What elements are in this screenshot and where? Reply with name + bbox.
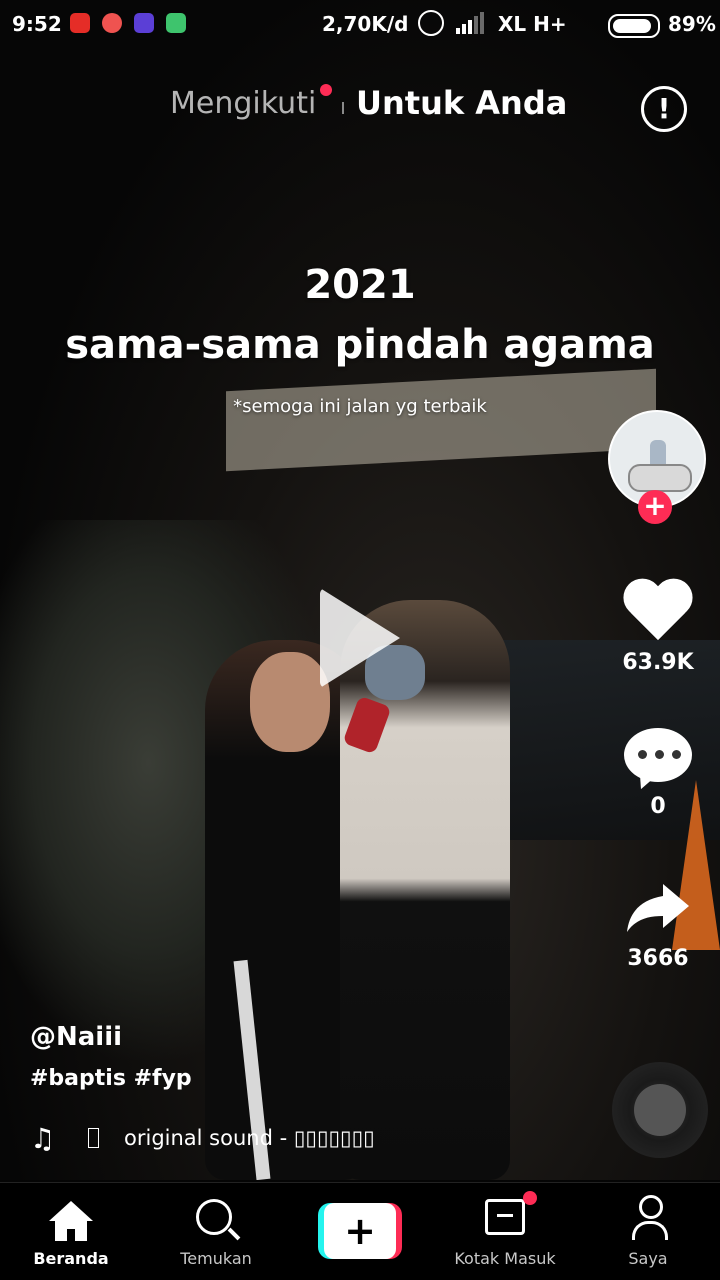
nav-profile-label: Saya (628, 1249, 668, 1268)
music-disc-icon[interactable] (612, 1062, 708, 1158)
music-note-icon: ♫ (30, 1122, 56, 1155)
play-icon[interactable] (320, 588, 400, 688)
comment-button[interactable]: 0 (608, 728, 708, 819)
missing-glyph (88, 1128, 99, 1148)
create-button[interactable]: + (318, 1203, 402, 1259)
android-icon (166, 13, 186, 33)
like-count: 63.9K (622, 650, 694, 675)
inbox-notification-dot (523, 1191, 537, 1205)
battery-percent: 89% (668, 12, 716, 36)
network-speed: 2,70K/d (322, 12, 409, 36)
overlay-subtitle: *semoga ini jalan yg terbaik (233, 396, 487, 417)
photo-icon (134, 13, 154, 33)
nav-home-label: Beranda (33, 1249, 109, 1268)
video-banner (226, 368, 656, 472)
overlay-caption: sama-sama pindah agama (65, 322, 655, 368)
status-app-icons (70, 13, 186, 33)
comment-icon (624, 728, 692, 793)
nav-inbox-label: Kotak Masuk (454, 1249, 556, 1268)
carrier-label: XL H+ (498, 12, 567, 36)
overlay-year: 2021 (304, 262, 416, 308)
share-count: 3666 (627, 946, 689, 971)
comment-count: 0 (650, 794, 666, 819)
profile-icon (632, 1195, 668, 1241)
inbox-icon (485, 1199, 525, 1235)
search-icon (196, 1199, 232, 1235)
tab-divider (342, 102, 344, 114)
home-icon (49, 1201, 93, 1241)
nav-inbox[interactable]: Kotak Masuk (445, 1183, 565, 1280)
post-hashtags[interactable]: #baptis #fyp (30, 1066, 192, 1091)
share-arrow-icon (627, 884, 689, 932)
sound-name: original sound - ▯▯▯▯▯▯▯ (124, 1126, 375, 1150)
youtube-icon (70, 13, 90, 33)
battery-icon (608, 14, 660, 38)
bottom-nav: Beranda Temukan + Kotak Masuk Saya (0, 1182, 720, 1280)
nav-profile[interactable]: Saya (588, 1183, 708, 1280)
tab-for-you[interactable]: Untuk Anda (356, 84, 567, 122)
screen: 2021 sama-sama pindah agama *semoga ini … (0, 0, 720, 1280)
share-button[interactable]: 3666 (608, 880, 708, 971)
following-notification-dot (320, 84, 332, 96)
recorder-icon (102, 13, 122, 33)
status-time: 9:52 (12, 12, 62, 36)
nav-home[interactable]: Beranda (11, 1183, 131, 1280)
creator-username[interactable]: @Naiii (30, 1022, 122, 1052)
status-bar: 9:52 2,70K/d XL H+ 89% (0, 0, 720, 50)
feed-tabs: Mengikuti Untuk Anda (0, 84, 720, 128)
info-icon[interactable]: ! (641, 86, 687, 132)
tab-following[interactable]: Mengikuti (170, 86, 316, 121)
heart-icon (623, 580, 693, 644)
follow-plus-icon[interactable]: + (638, 490, 672, 524)
like-button[interactable]: 63.9K (608, 580, 708, 675)
nav-discover-label: Temukan (180, 1249, 252, 1268)
plus-icon: + (324, 1203, 396, 1259)
alarm-icon (418, 10, 444, 36)
signal-icon (456, 12, 484, 34)
nav-discover[interactable]: Temukan (156, 1183, 276, 1280)
